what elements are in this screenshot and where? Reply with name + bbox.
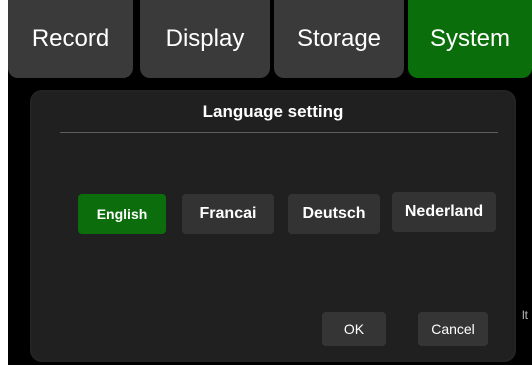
tab-display-label: Display: [165, 25, 245, 52]
language-option-english[interactable]: English: [78, 194, 166, 234]
tab-record-label: Record: [31, 25, 110, 52]
tab-storage-label: Storage: [296, 25, 382, 52]
ok-button[interactable]: OK: [322, 312, 386, 346]
language-option-label: Nederland: [404, 203, 484, 220]
tab-system-label: System: [429, 25, 510, 52]
language-option-label: Francai: [199, 205, 257, 222]
cancel-button-label: Cancel: [431, 321, 475, 337]
language-option-francai[interactable]: Francai: [182, 194, 274, 234]
clipped-edge-text: lt: [522, 308, 528, 322]
tab-display[interactable]: Display: [140, 0, 270, 78]
cancel-button[interactable]: Cancel: [418, 312, 488, 346]
language-option-label: Deutsch: [302, 205, 366, 222]
ok-button-label: OK: [343, 321, 365, 337]
language-option-label: English: [96, 206, 148, 222]
dialog-title: Language setting: [202, 102, 344, 121]
language-option-nederland[interactable]: Nederland: [392, 192, 496, 232]
tab-storage[interactable]: Storage: [274, 0, 404, 78]
tab-record[interactable]: Record: [8, 0, 133, 78]
tab-system[interactable]: System: [408, 0, 532, 78]
device-screen: Record Display Storage System Language s…: [8, 0, 532, 365]
language-option-deutsch[interactable]: Deutsch: [288, 194, 380, 234]
title-divider: [60, 132, 498, 133]
language-setting-dialog: Language setting English Francai Deutsch…: [30, 90, 516, 362]
